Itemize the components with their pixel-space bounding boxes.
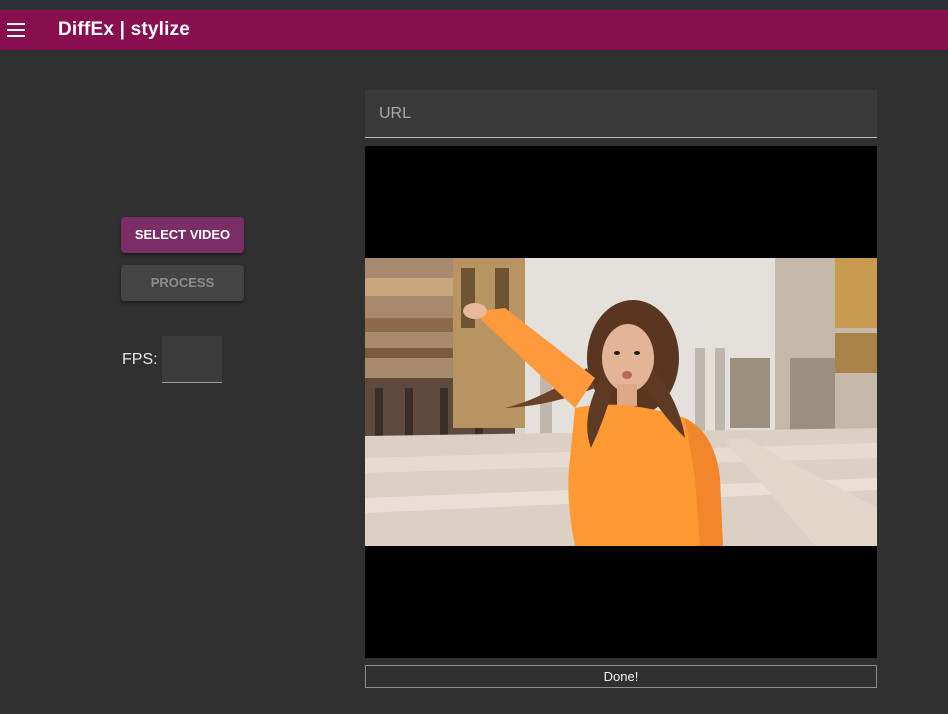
video-player[interactable]	[365, 146, 877, 658]
process-button[interactable]: PROCESS	[121, 265, 244, 301]
window-top-strip	[0, 0, 948, 10]
url-input[interactable]: URL	[365, 90, 877, 138]
fps-label: FPS:	[122, 351, 158, 368]
status-bar: Done!	[365, 665, 877, 688]
select-video-button[interactable]: SELECT VIDEO	[121, 217, 244, 253]
fps-input[interactable]	[162, 336, 222, 383]
video-frame	[365, 258, 877, 546]
menu-icon[interactable]	[7, 23, 25, 37]
url-placeholder: URL	[379, 105, 412, 122]
app-bar: DiffEx | stylize	[0, 10, 948, 50]
app-title: DiffEx | stylize	[58, 19, 191, 40]
